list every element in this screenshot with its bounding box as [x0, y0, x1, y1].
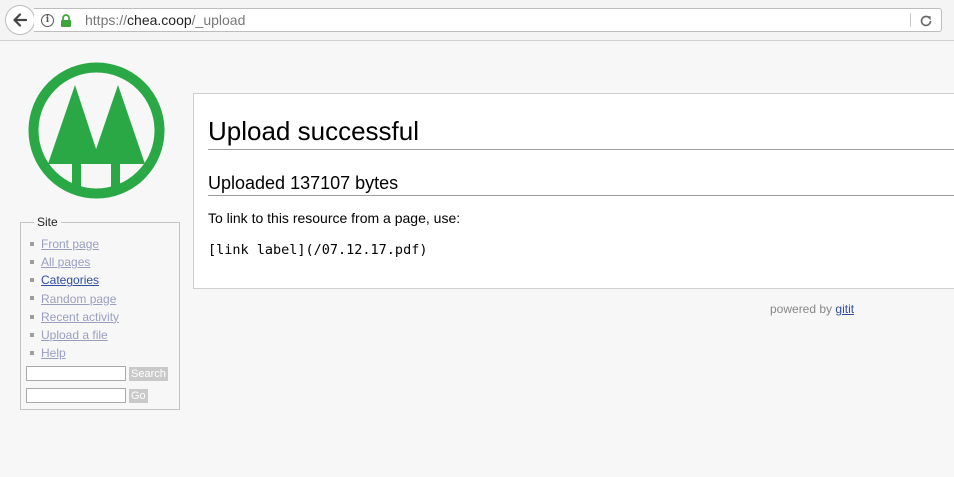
gitit-link[interactable]: gitit [835, 302, 854, 316]
link-instruction: To link to this resource from a page, us… [208, 210, 461, 226]
footer-prefix: powered by [770, 302, 833, 316]
nav-link-recent-activity[interactable]: Recent activity [41, 310, 119, 324]
nav-item-recent-activity: Recent activity [30, 308, 119, 326]
url-text[interactable]: https://chea.coop/_upload [85, 12, 245, 28]
nav-item-categories: Categories [30, 271, 119, 289]
title-divider [208, 149, 954, 150]
reload-icon[interactable] [918, 13, 934, 29]
site-nav-box: Site Front page All pages Categories Ran… [20, 215, 180, 410]
bullet-icon [30, 350, 34, 355]
site-nav-title: Site [34, 215, 61, 229]
search-input[interactable] [26, 366, 126, 381]
url-scheme: https:// [85, 12, 128, 28]
subtitle-divider [208, 195, 954, 196]
site-nav-list: Front page All pages Categories Random p… [30, 235, 119, 362]
bullet-icon [30, 296, 34, 301]
lock-icon[interactable] [60, 14, 72, 27]
nav-item-help: Help [30, 344, 119, 362]
nav-link-categories[interactable]: Categories [41, 273, 99, 287]
bullet-icon [30, 278, 34, 283]
bullet-icon [30, 260, 34, 265]
bullet-icon [30, 332, 34, 337]
back-button[interactable] [5, 5, 35, 35]
address-bar[interactable]: i https://chea.coop/_upload [34, 8, 942, 32]
nav-item-random-page: Random page [30, 290, 119, 308]
nav-item-upload-file: Upload a file [30, 326, 119, 344]
go-button[interactable]: Go [129, 389, 148, 403]
nav-item-front-page: Front page [30, 235, 119, 253]
url-host: chea.coop [127, 12, 192, 28]
footer: powered by gitit [770, 302, 854, 316]
back-arrow-icon [13, 13, 28, 27]
url-divider [910, 13, 911, 27]
nav-link-all-pages[interactable]: All pages [41, 255, 90, 269]
nav-link-upload-file[interactable]: Upload a file [41, 328, 108, 342]
page-title: Upload successful [208, 116, 419, 146]
info-icon[interactable]: i [41, 14, 54, 27]
url-path: /_upload [191, 12, 246, 28]
nav-item-all-pages: All pages [30, 253, 119, 271]
link-code: [link label](/07.12.17.pdf) [208, 242, 428, 258]
browser-toolbar: i https://chea.coop/_upload [0, 0, 954, 41]
site-logo[interactable] [27, 61, 166, 200]
search-button[interactable]: Search [129, 367, 168, 381]
bullet-icon [30, 314, 34, 319]
go-input[interactable] [26, 388, 126, 403]
main-content: Upload successful Uploaded 137107 bytes … [193, 93, 954, 289]
nav-link-help[interactable]: Help [41, 346, 66, 360]
bullet-icon [30, 241, 34, 246]
nav-link-front-page[interactable]: Front page [41, 237, 99, 251]
upload-status: Uploaded 137107 bytes [208, 173, 399, 193]
nav-link-random-page[interactable]: Random page [41, 292, 116, 306]
